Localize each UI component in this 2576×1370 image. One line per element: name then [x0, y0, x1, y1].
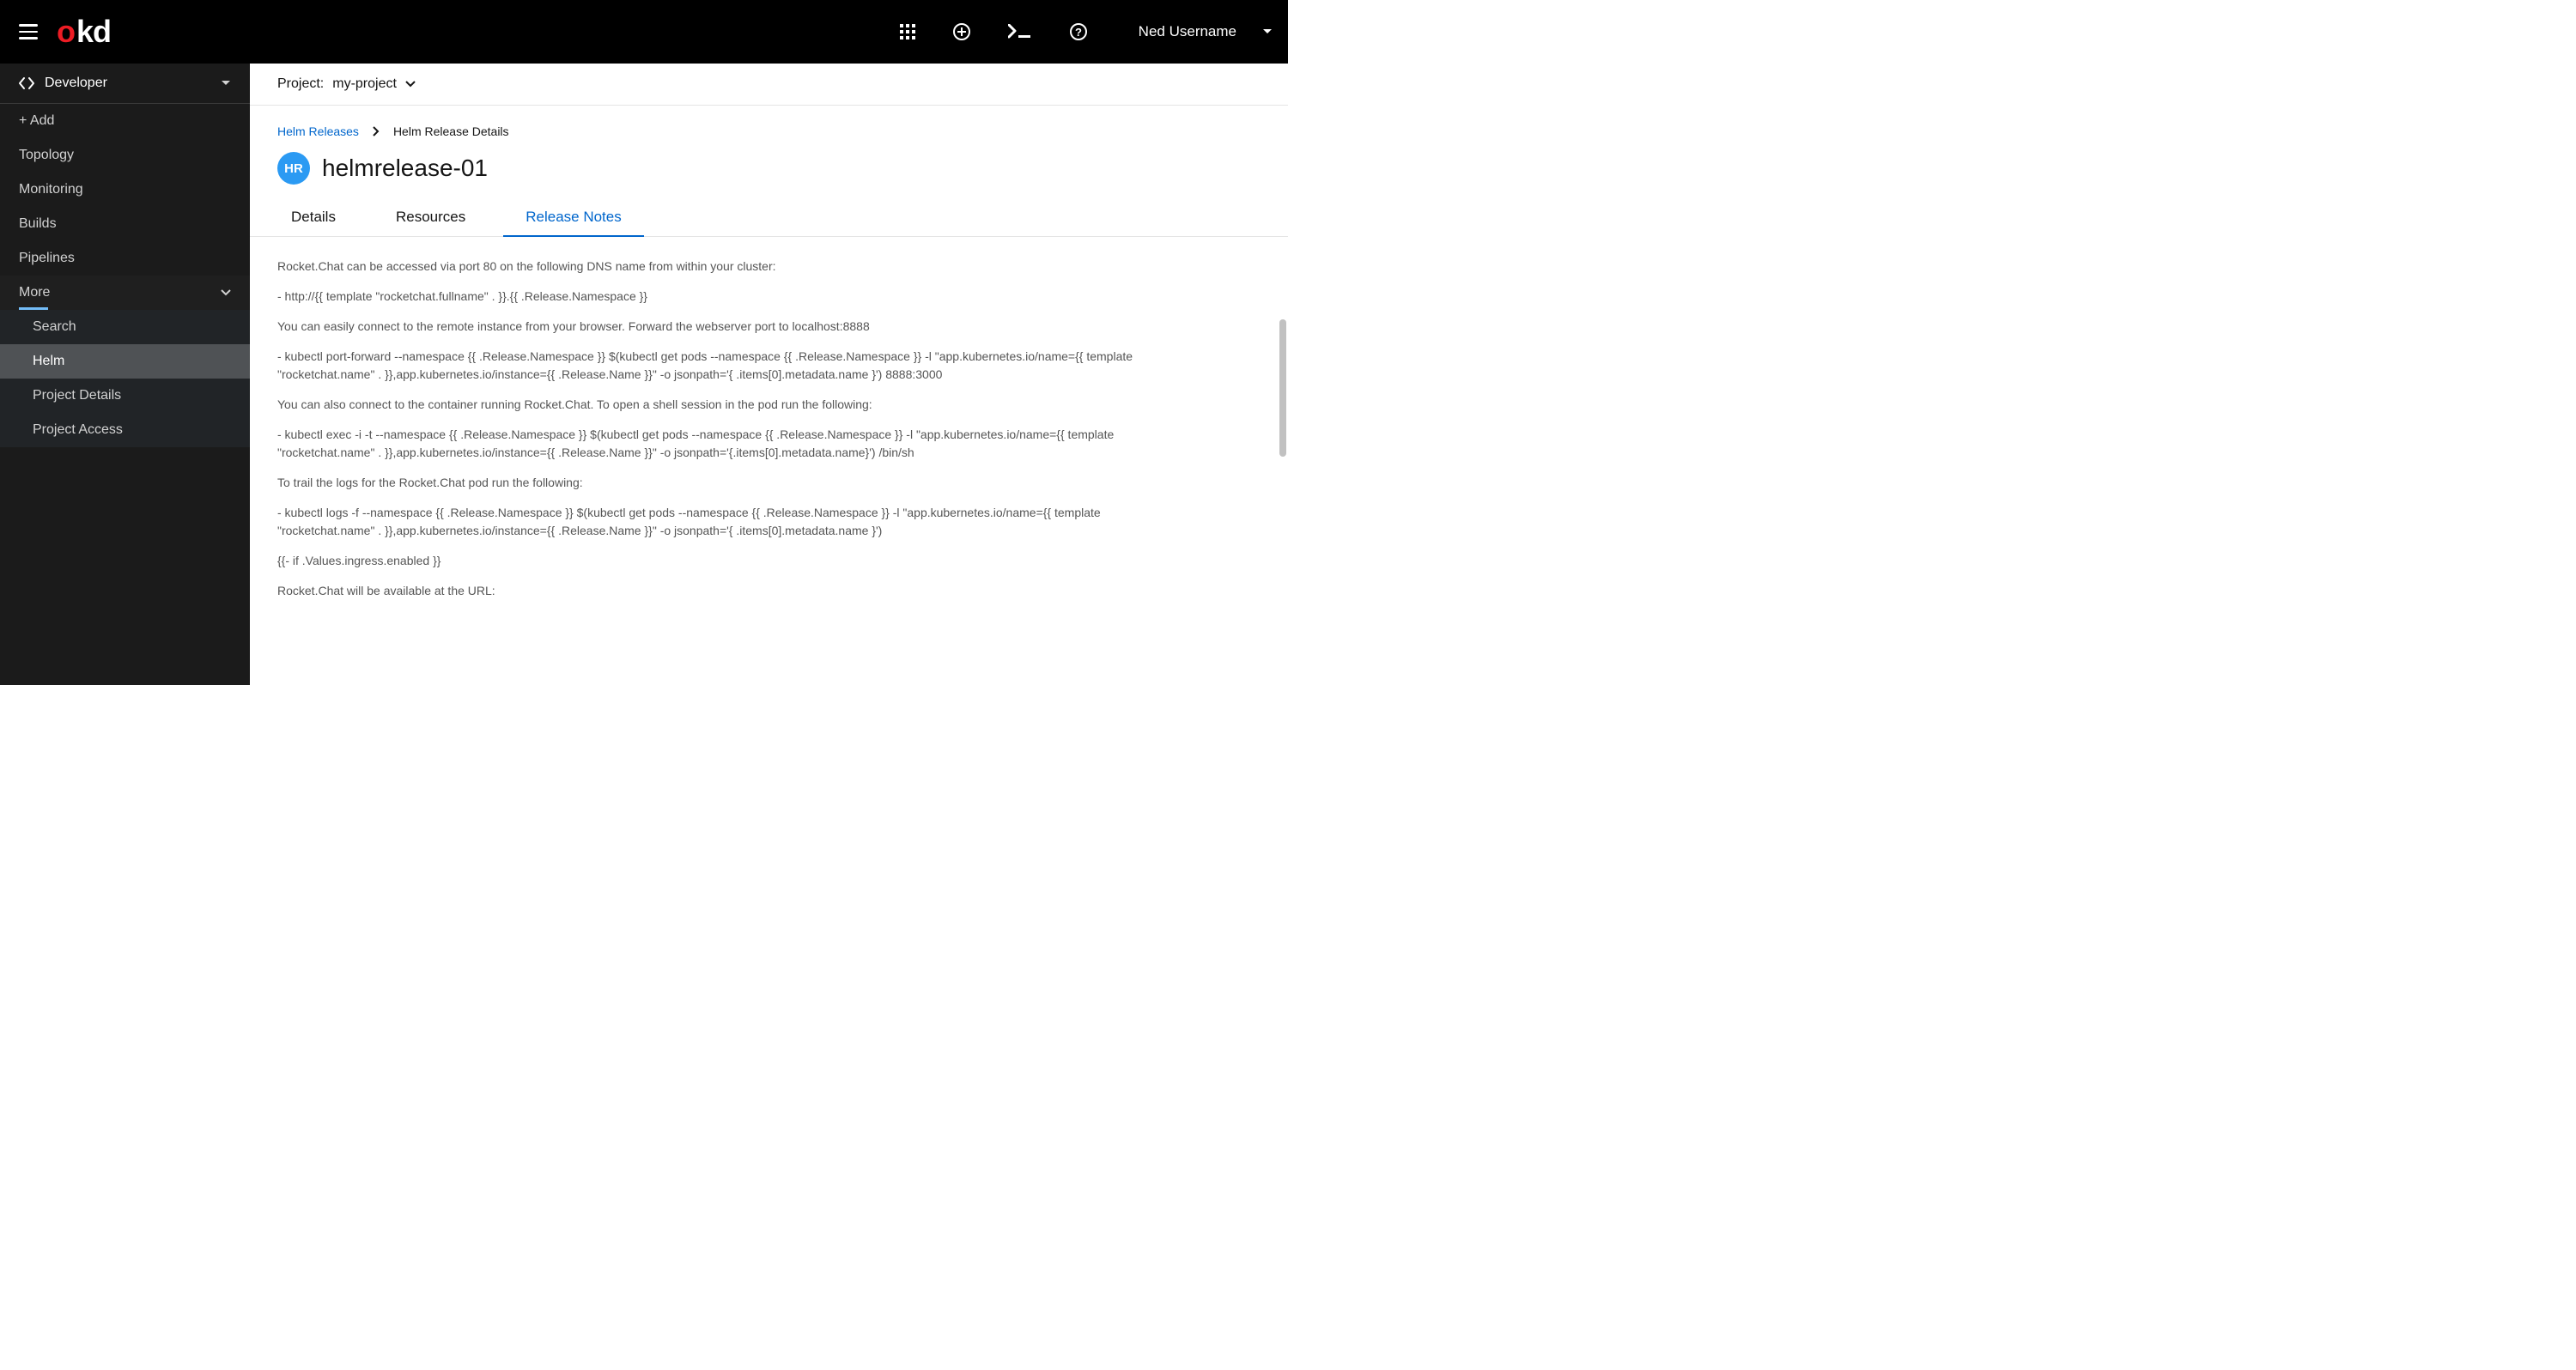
masthead: okd ? Ned Username	[0, 0, 1288, 64]
sidebar-item-label: Topology	[19, 148, 74, 163]
notes-line: - kubectl logs -f --namespace {{ .Releas…	[277, 504, 1194, 540]
svg-text:?: ?	[1075, 26, 1082, 39]
sidebar-item-label: More	[19, 285, 50, 300]
breadcrumb: Helm Releases Helm Release Details	[277, 124, 1261, 138]
resource-badge: HR	[277, 152, 310, 185]
help-icon[interactable]: ?	[1070, 23, 1087, 40]
toolbar-icons: ?	[900, 23, 1087, 40]
add-icon[interactable]	[953, 23, 970, 40]
tabs: Details Resources Release Notes	[250, 200, 1288, 237]
sidebar-item-pipelines[interactable]: Pipelines	[0, 241, 250, 276]
caret-down-icon	[221, 80, 231, 87]
tab-label: Release Notes	[526, 209, 622, 225]
project-value: my-project	[332, 76, 397, 92]
project-bar: Project: my-project	[250, 64, 1288, 106]
chevron-right-icon	[373, 126, 380, 136]
tab-release-notes[interactable]: Release Notes	[503, 200, 644, 236]
okd-logo[interactable]: okd	[57, 16, 111, 47]
breadcrumb-parent-link[interactable]: Helm Releases	[277, 124, 359, 138]
username-label: Ned Username	[1139, 23, 1236, 40]
apps-grid-icon[interactable]	[900, 24, 915, 39]
project-label: Project:	[277, 76, 324, 92]
tab-resources[interactable]: Resources	[374, 200, 488, 236]
sidebar-item-label: Search	[33, 319, 76, 335]
page-title-row: HR helmrelease-01	[277, 152, 1261, 200]
sidebar-item-label: Project Access	[33, 422, 123, 438]
sidebar: Developer + Add Topology Monitoring Buil…	[0, 64, 250, 685]
caret-down-icon	[405, 81, 416, 88]
tab-label: Resources	[396, 209, 465, 225]
breadcrumb-current: Helm Release Details	[393, 124, 509, 138]
notes-line: - kubectl exec -i -t --namespace {{ .Rel…	[277, 426, 1194, 462]
project-selector[interactable]: my-project	[332, 76, 416, 92]
sidebar-item-topology[interactable]: Topology	[0, 138, 250, 173]
sidebar-item-label: Project Details	[33, 388, 121, 403]
notes-line: Rocket.Chat can be accessed via port 80 …	[277, 258, 1194, 276]
sidebar-item-label: + Add	[19, 113, 54, 129]
notes-line: You can easily connect to the remote ins…	[277, 318, 1194, 336]
sidebar-item-monitoring[interactable]: Monitoring	[0, 173, 250, 207]
sidebar-subitem-helm[interactable]: Helm	[0, 344, 250, 379]
caret-down-icon	[1262, 28, 1273, 35]
tab-label: Details	[291, 209, 336, 225]
code-icon	[19, 77, 34, 89]
sidebar-subnav-more: Search Helm Project Details Project Acce…	[0, 310, 250, 447]
sidebar-item-label: Builds	[19, 216, 57, 232]
sidebar-item-builds[interactable]: Builds	[0, 207, 250, 241]
scrollbar-thumb[interactable]	[1279, 319, 1286, 457]
sidebar-item-more[interactable]: More	[0, 276, 250, 310]
notes-line: To trail the logs for the Rocket.Chat po…	[277, 474, 1194, 492]
perspective-label: Developer	[45, 76, 107, 91]
page-title: helmrelease-01	[322, 155, 488, 182]
notes-line: {{- if .Values.ingress.enabled }}	[277, 552, 1194, 570]
sidebar-subitem-search[interactable]: Search	[0, 310, 250, 344]
chevron-down-icon	[221, 289, 231, 296]
sidebar-subitem-project-access[interactable]: Project Access	[0, 413, 250, 447]
notes-line: - kubectl port-forward --namespace {{ .R…	[277, 348, 1194, 384]
release-notes-content: Rocket.Chat can be accessed via port 80 …	[250, 237, 1288, 646]
sidebar-item-label: Helm	[33, 354, 64, 369]
page-body: Helm Releases Helm Release Details HR he…	[250, 106, 1288, 685]
sidebar-item-label: Pipelines	[19, 251, 75, 266]
resource-badge-text: HR	[284, 161, 303, 176]
notes-line: You can also connect to the container ru…	[277, 396, 1194, 414]
perspective-switcher[interactable]: Developer	[0, 64, 250, 104]
sidebar-item-label: Monitoring	[19, 182, 83, 197]
page-header: Helm Releases Helm Release Details HR he…	[250, 106, 1288, 200]
user-menu-dropdown[interactable]: Ned Username	[1139, 23, 1273, 40]
main-content: Project: my-project Helm Releases Helm R…	[250, 64, 1288, 685]
sidebar-subitem-project-details[interactable]: Project Details	[0, 379, 250, 413]
terminal-icon[interactable]	[1008, 24, 1032, 39]
notes-line: - http://{{ template "rocketchat.fullnam…	[277, 288, 1194, 306]
sidebar-item-add[interactable]: + Add	[0, 104, 250, 138]
hamburger-menu-button[interactable]	[19, 22, 38, 41]
notes-line: Rocket.Chat will be available at the URL…	[277, 582, 1194, 600]
tab-details[interactable]: Details	[269, 200, 358, 236]
